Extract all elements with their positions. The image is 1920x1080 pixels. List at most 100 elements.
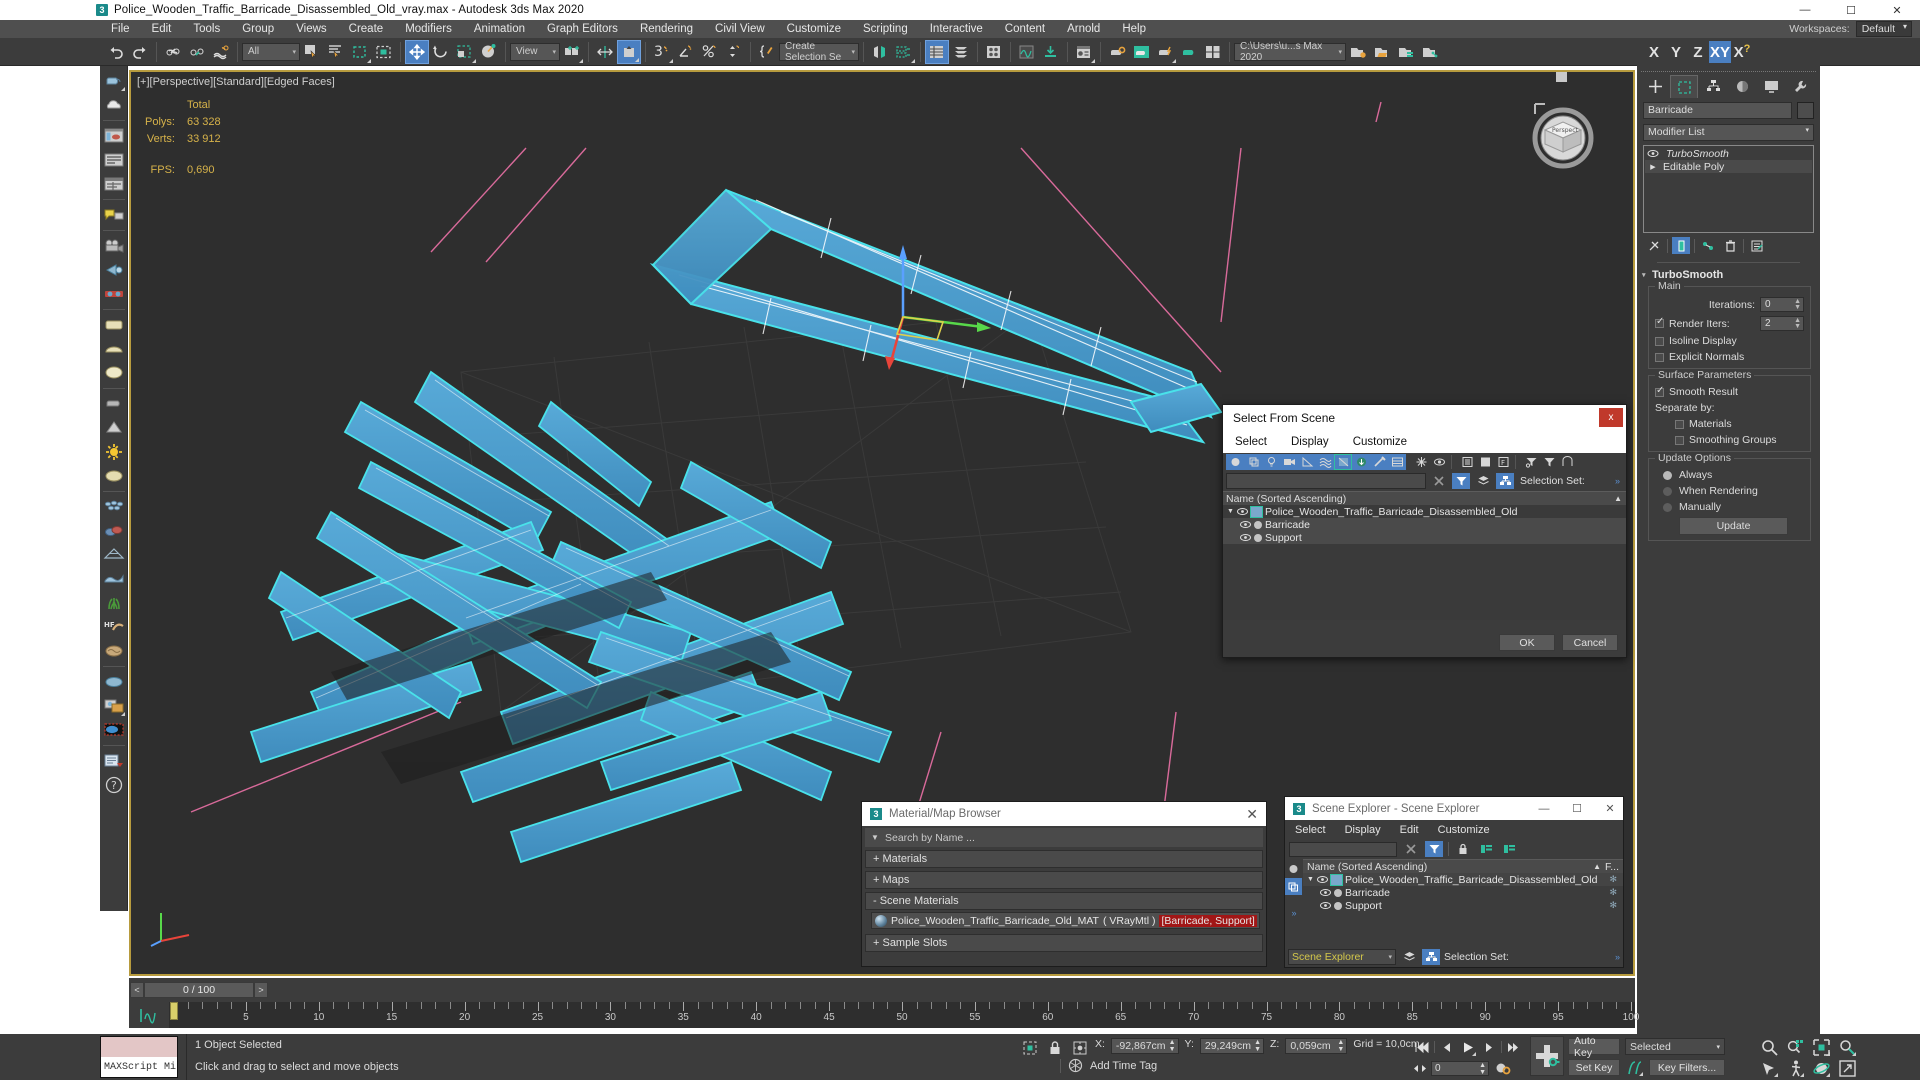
cone-icon[interactable] bbox=[102, 416, 126, 439]
undo-icon[interactable] bbox=[104, 40, 128, 64]
zoom-icon[interactable] bbox=[1760, 1038, 1779, 1057]
angle-snap-icon[interactable] bbox=[674, 40, 698, 64]
smooth-result-checkbox[interactable] bbox=[1655, 385, 1664, 397]
axis-y-button[interactable]: Y bbox=[1665, 41, 1687, 63]
notes-icon[interactable] bbox=[102, 749, 126, 772]
motion-tab[interactable] bbox=[1728, 75, 1756, 98]
speech-bubble-icon[interactable] bbox=[102, 203, 126, 226]
maxscript-mini-listener[interactable]: MAXScript Mi bbox=[100, 1036, 178, 1078]
maximize-button[interactable]: ☐ bbox=[1828, 0, 1874, 20]
add-time-tag-row[interactable]: Add Time Tag bbox=[1060, 1058, 1157, 1073]
pin-stack-icon[interactable] bbox=[1645, 237, 1663, 254]
isoline-display-checkbox[interactable] bbox=[1655, 336, 1664, 346]
help-icon[interactable]: ? bbox=[102, 773, 126, 796]
cancel-button[interactable]: Cancel bbox=[1562, 634, 1618, 651]
mirror-icon[interactable] bbox=[593, 40, 617, 64]
configure-sets-icon[interactable] bbox=[1748, 237, 1766, 254]
menu-interactive[interactable]: Interactive bbox=[919, 20, 994, 38]
timeline-ruler[interactable]: 5 10 15 20 25 30 35 40 45 50 55 60 65 70 75 80 85 90 95 100 bbox=[169, 1002, 1639, 1028]
xrefs-filter-icon[interactable] bbox=[1352, 454, 1370, 470]
shapes-filter-icon[interactable] bbox=[1285, 878, 1302, 895]
time-configuration-icon[interactable] bbox=[1493, 1059, 1512, 1078]
spinner-arrows-icon[interactable]: ▲ ▼ bbox=[1794, 298, 1801, 311]
clear-search-icon[interactable] bbox=[1402, 841, 1420, 857]
plane-primitive-icon[interactable] bbox=[102, 313, 126, 336]
render-setup-icon[interactable] bbox=[1072, 40, 1096, 64]
render-iters-checkbox[interactable] bbox=[1655, 316, 1664, 328]
table-row[interactable]: Support bbox=[1223, 531, 1626, 544]
spinner-arrows-icon[interactable]: ▲ ▼ bbox=[1337, 1039, 1344, 1053]
zoom-all-icon[interactable] bbox=[1786, 1038, 1805, 1057]
expand-more-icon[interactable]: » bbox=[1615, 952, 1620, 962]
menu-display[interactable]: Display bbox=[1291, 436, 1329, 448]
group-sample-slots[interactable]: + Sample Slots bbox=[865, 934, 1263, 952]
layer-explorer-icon[interactable] bbox=[892, 40, 916, 64]
redo-icon[interactable] bbox=[128, 40, 152, 64]
sort-arrow-icon[interactable]: ▲ bbox=[1593, 862, 1601, 871]
track-bar[interactable]: 5 10 15 20 25 30 35 40 45 50 55 60 65 70 75 80 85 90 95 100 bbox=[129, 1002, 1639, 1028]
curve-editor-icon[interactable] bbox=[925, 39, 949, 64]
timeline-cursor[interactable] bbox=[170, 1002, 178, 1020]
select-subtree-icon[interactable]: F bbox=[1494, 454, 1512, 470]
spinner-arrows-icon[interactable]: ▲ ▼ bbox=[1254, 1039, 1261, 1053]
close-icon[interactable]: ✕ bbox=[1246, 806, 1258, 823]
select-child-icon[interactable] bbox=[560, 40, 584, 64]
table-view-icon[interactable] bbox=[102, 172, 126, 195]
update-when-rendering-row[interactable]: When Rendering bbox=[1655, 485, 1804, 497]
expand-arrow-icon[interactable]: ▼ bbox=[1307, 876, 1314, 883]
expand-more-icon[interactable]: » bbox=[1285, 896, 1303, 918]
absolute-relative-toggle-icon[interactable] bbox=[1020, 1038, 1039, 1057]
use-transform-center-icon[interactable] bbox=[477, 40, 501, 64]
update-always-row[interactable]: Always bbox=[1655, 469, 1804, 481]
coordinate-mode-icon[interactable] bbox=[1070, 1038, 1089, 1057]
freeze-icon[interactable]: ✻ bbox=[1609, 887, 1623, 898]
hair-farm-icon[interactable]: HF bbox=[102, 615, 126, 638]
group-maps[interactable]: + Maps bbox=[865, 871, 1263, 889]
table-row[interactable]: Barricade bbox=[1223, 518, 1626, 531]
render-to-texture-icon[interactable] bbox=[102, 694, 126, 717]
menu-views[interactable]: Views bbox=[285, 20, 337, 38]
maximize-button[interactable]: ☐ bbox=[1564, 802, 1590, 815]
minimize-button[interactable]: — bbox=[1782, 0, 1828, 20]
key-mode-toggle-icon[interactable] bbox=[1413, 1059, 1427, 1078]
curve-editor-toggle-icon[interactable] bbox=[129, 1002, 169, 1028]
freeze-icon[interactable]: ✻ bbox=[1609, 874, 1623, 885]
freeze-icon[interactable]: ✻ bbox=[1609, 900, 1623, 911]
expand-arrow-icon[interactable]: ▼ bbox=[1227, 508, 1234, 515]
fur-icon[interactable] bbox=[102, 495, 126, 518]
sort-arrow-icon[interactable]: ▲ bbox=[1614, 494, 1626, 503]
blob-icon[interactable] bbox=[102, 670, 126, 693]
play-animation-icon[interactable] bbox=[1459, 1038, 1477, 1057]
fur-ball-icon[interactable] bbox=[102, 639, 126, 662]
filter-icon[interactable] bbox=[1540, 454, 1558, 470]
modifier-stack[interactable]: TurboSmooth ▶ Editable Poly bbox=[1643, 145, 1814, 233]
menu-select[interactable]: Select bbox=[1295, 824, 1326, 836]
menu-content[interactable]: Content bbox=[994, 20, 1056, 38]
render-iterative-icon[interactable] bbox=[1129, 40, 1153, 64]
list-item[interactable]: ▶ Editable Poly bbox=[1645, 160, 1812, 173]
smooth-result-row[interactable]: Smooth Result bbox=[1655, 385, 1804, 398]
go-to-end-icon[interactable] bbox=[1505, 1038, 1523, 1057]
expand-arrow-icon[interactable]: ▶ bbox=[1647, 163, 1659, 171]
render-region-icon[interactable] bbox=[1201, 40, 1225, 64]
chevron-down-icon[interactable]: ▼ bbox=[865, 833, 885, 842]
go-to-start-icon[interactable] bbox=[1413, 1038, 1431, 1057]
scene-tree[interactable]: ▼ Police_Wooden_Traffic_Barricade_Disass… bbox=[1303, 873, 1623, 912]
z-coordinate-field[interactable]: 0,059cm ▲ ▼ bbox=[1285, 1038, 1348, 1054]
list-view-icon[interactable] bbox=[102, 148, 126, 171]
axis-z-button[interactable]: Z bbox=[1687, 41, 1709, 63]
zoom-region-icon[interactable] bbox=[1838, 1038, 1857, 1057]
mirror-panel-icon[interactable] bbox=[868, 40, 892, 64]
dome-icon[interactable] bbox=[102, 337, 126, 360]
scene-tree[interactable]: ▼ Police_Wooden_Traffic_Barricade_Disass… bbox=[1223, 505, 1626, 620]
bind-spacewarp-icon[interactable] bbox=[209, 40, 233, 64]
camera-icon[interactable] bbox=[102, 234, 126, 257]
add-time-tag-label[interactable]: Add Time Tag bbox=[1090, 1060, 1157, 1072]
viewcube[interactable]: Perspect bbox=[1523, 92, 1603, 177]
minimize-button[interactable]: — bbox=[1531, 803, 1557, 815]
menu-rendering[interactable]: Rendering bbox=[629, 20, 704, 38]
menu-civil-view[interactable]: Civil View bbox=[704, 20, 776, 38]
utilities-tab[interactable] bbox=[1786, 75, 1814, 98]
vray-proxy-icon[interactable] bbox=[102, 392, 126, 415]
select-from-scene-dialog[interactable]: Select From Scene x Select Display Custo… bbox=[1222, 404, 1627, 658]
